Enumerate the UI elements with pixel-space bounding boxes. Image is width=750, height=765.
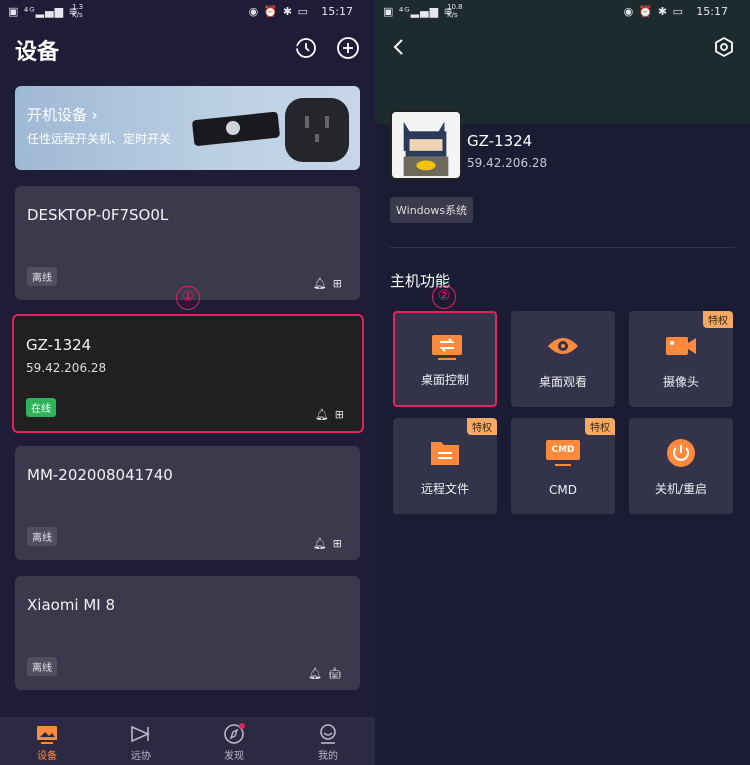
func-power[interactable]: 关机/重启: [629, 418, 733, 514]
assist-icon: [131, 725, 150, 743]
tab-discover[interactable]: 发现: [204, 723, 264, 762]
status-badge: 离线: [27, 657, 57, 676]
func-label: 桌面观看: [538, 375, 587, 389]
tab-label: 设备: [37, 751, 57, 762]
settings-icon[interactable]: [713, 36, 735, 58]
windows-icon: ⊞: [334, 408, 350, 421]
func-cmd[interactable]: 特权 CMD CMD: [511, 418, 615, 514]
func-label: CMD: [549, 483, 577, 497]
folder-icon: [431, 442, 459, 465]
device-name: Xiaomi MI 8: [27, 596, 116, 614]
device-card-selected[interactable]: GZ-1324 59.42.206.28 在线 🔔︎⊞: [12, 314, 364, 433]
tab-label: 我的: [318, 751, 338, 762]
network-speed: 10.8 K/s: [447, 3, 463, 19]
func-remote-files[interactable]: 特权 远程文件: [393, 418, 497, 514]
history-icon[interactable]: [294, 36, 318, 60]
status-icons: ◉ ⏰ ✱ ▭: [248, 5, 309, 18]
tab-devices[interactable]: 设备: [17, 723, 77, 762]
android-icon: 🤖︎: [328, 667, 348, 680]
status-icons: ◉ ⏰ ✱ ▭: [623, 5, 684, 18]
status-bar: ▣ ⁴ᴳ▂▄▆ ≋ 1.3 K/s ◉ ⏰ ✱ ▭ 15:17: [0, 0, 375, 24]
device-card[interactable]: MM-202008041740 离线 🔔︎⊞: [15, 446, 360, 560]
func-label: 远程文件: [420, 482, 469, 496]
page-title: 设备: [15, 40, 60, 65]
card-icons: 🔔︎⊞: [313, 537, 348, 550]
add-icon[interactable]: [336, 36, 360, 60]
camera-icon: [666, 337, 696, 355]
step-marker-1: ①: [176, 286, 200, 310]
device-detail-screen: ▣ ⁴ᴳ▂▄▆ ≋ 10.8 K/s ◉ ⏰ ✱ ▭ 15:17 GZ-1324 …: [375, 0, 750, 765]
bell-icon: 🔔︎: [308, 667, 329, 680]
status-bar: ▣ ⁴ᴳ▂▄▆ ≋ 10.8 K/s ◉ ⏰ ✱ ▭ 15:17: [375, 0, 750, 24]
signal-icons: ▣ ⁴ᴳ▂▄▆ ≋: [8, 5, 79, 18]
clock: 15:17: [696, 5, 728, 18]
privilege-tag: 特权: [703, 311, 733, 328]
device-icon: [37, 726, 57, 744]
power-icon: [667, 439, 695, 467]
func-camera[interactable]: 特权 摄像头: [629, 311, 733, 407]
network-speed: 1.3 K/s: [72, 3, 84, 19]
func-label: 摄像头: [662, 375, 699, 389]
windows-icon: ⊞: [332, 537, 348, 550]
bell-icon: 🔔︎: [312, 277, 333, 290]
back-icon[interactable]: [391, 38, 405, 56]
bottom-tab-bar: 设备 远协 发现 我的: [0, 717, 375, 765]
card-icons: 🔔︎⊞: [313, 277, 348, 290]
os-tag: Windows系统: [390, 197, 474, 223]
banner-subtitle: 任性远程开关机、定时开关: [27, 132, 172, 146]
device-list-screen: ▣ ⁴ᴳ▂▄▆ ≋ 1.3 K/s ◉ ⏰ ✱ ▭ 15:17 设备 开机设备 ›…: [0, 0, 375, 765]
step-marker-2: ②: [432, 285, 456, 309]
tab-label: 远协: [131, 751, 151, 762]
banner-title: 开机设备 ›: [27, 106, 98, 124]
cmd-icon: CMD: [546, 440, 580, 470]
boot-device-banner[interactable]: 开机设备 › 任性远程开关机、定时开关: [15, 86, 360, 170]
status-badge: 离线: [27, 267, 57, 286]
func-desktop-view[interactable]: 桌面观看: [511, 311, 615, 407]
tab-label: 发现: [224, 751, 244, 762]
device-name: DESKTOP-0F7SO0L: [27, 206, 169, 224]
tab-profile[interactable]: 我的: [298, 723, 358, 762]
divider: [390, 247, 735, 248]
card-icons: 🔔︎⊞: [315, 408, 350, 421]
device-name: GZ-1324: [26, 336, 92, 354]
status-badge: 在线: [26, 398, 56, 417]
privilege-tag: 特权: [467, 418, 497, 435]
status-badge: 离线: [27, 527, 57, 546]
windows-icon: ⊞: [332, 277, 348, 290]
card-icons: 🔔︎🤖︎: [308, 667, 348, 680]
bell-icon: 🔔︎: [314, 408, 335, 421]
device-card[interactable]: DESKTOP-0F7SO0L 离线 🔔︎⊞: [15, 186, 360, 300]
desktop-control-icon: [432, 335, 462, 360]
signal-icons: ▣ ⁴ᴳ▂▄▆ ≋: [383, 5, 454, 18]
privilege-tag: 特权: [585, 418, 615, 435]
smart-plug-image: [192, 98, 349, 162]
device-ip: 59.42.206.28: [26, 361, 107, 375]
eye-icon: [548, 338, 578, 354]
tab-assist[interactable]: 远协: [111, 723, 171, 762]
device-name: MM-202008041740: [27, 466, 173, 484]
device-ip: 59.42.206.28: [467, 156, 548, 170]
compass-icon: [224, 723, 245, 744]
func-label: 桌面控制: [420, 373, 469, 387]
func-desktop-control[interactable]: 桌面控制: [393, 311, 497, 407]
profile-icon: [320, 724, 336, 744]
device-card[interactable]: Xiaomi MI 8 离线 🔔︎🤖︎: [15, 576, 360, 690]
func-label: 关机/重启: [654, 482, 708, 496]
avatar: [390, 110, 462, 180]
device-name: GZ-1324: [467, 132, 533, 150]
clock: 15:17: [321, 5, 353, 18]
batman-avatar-image: [392, 112, 460, 178]
bell-icon: 🔔︎: [312, 537, 333, 550]
